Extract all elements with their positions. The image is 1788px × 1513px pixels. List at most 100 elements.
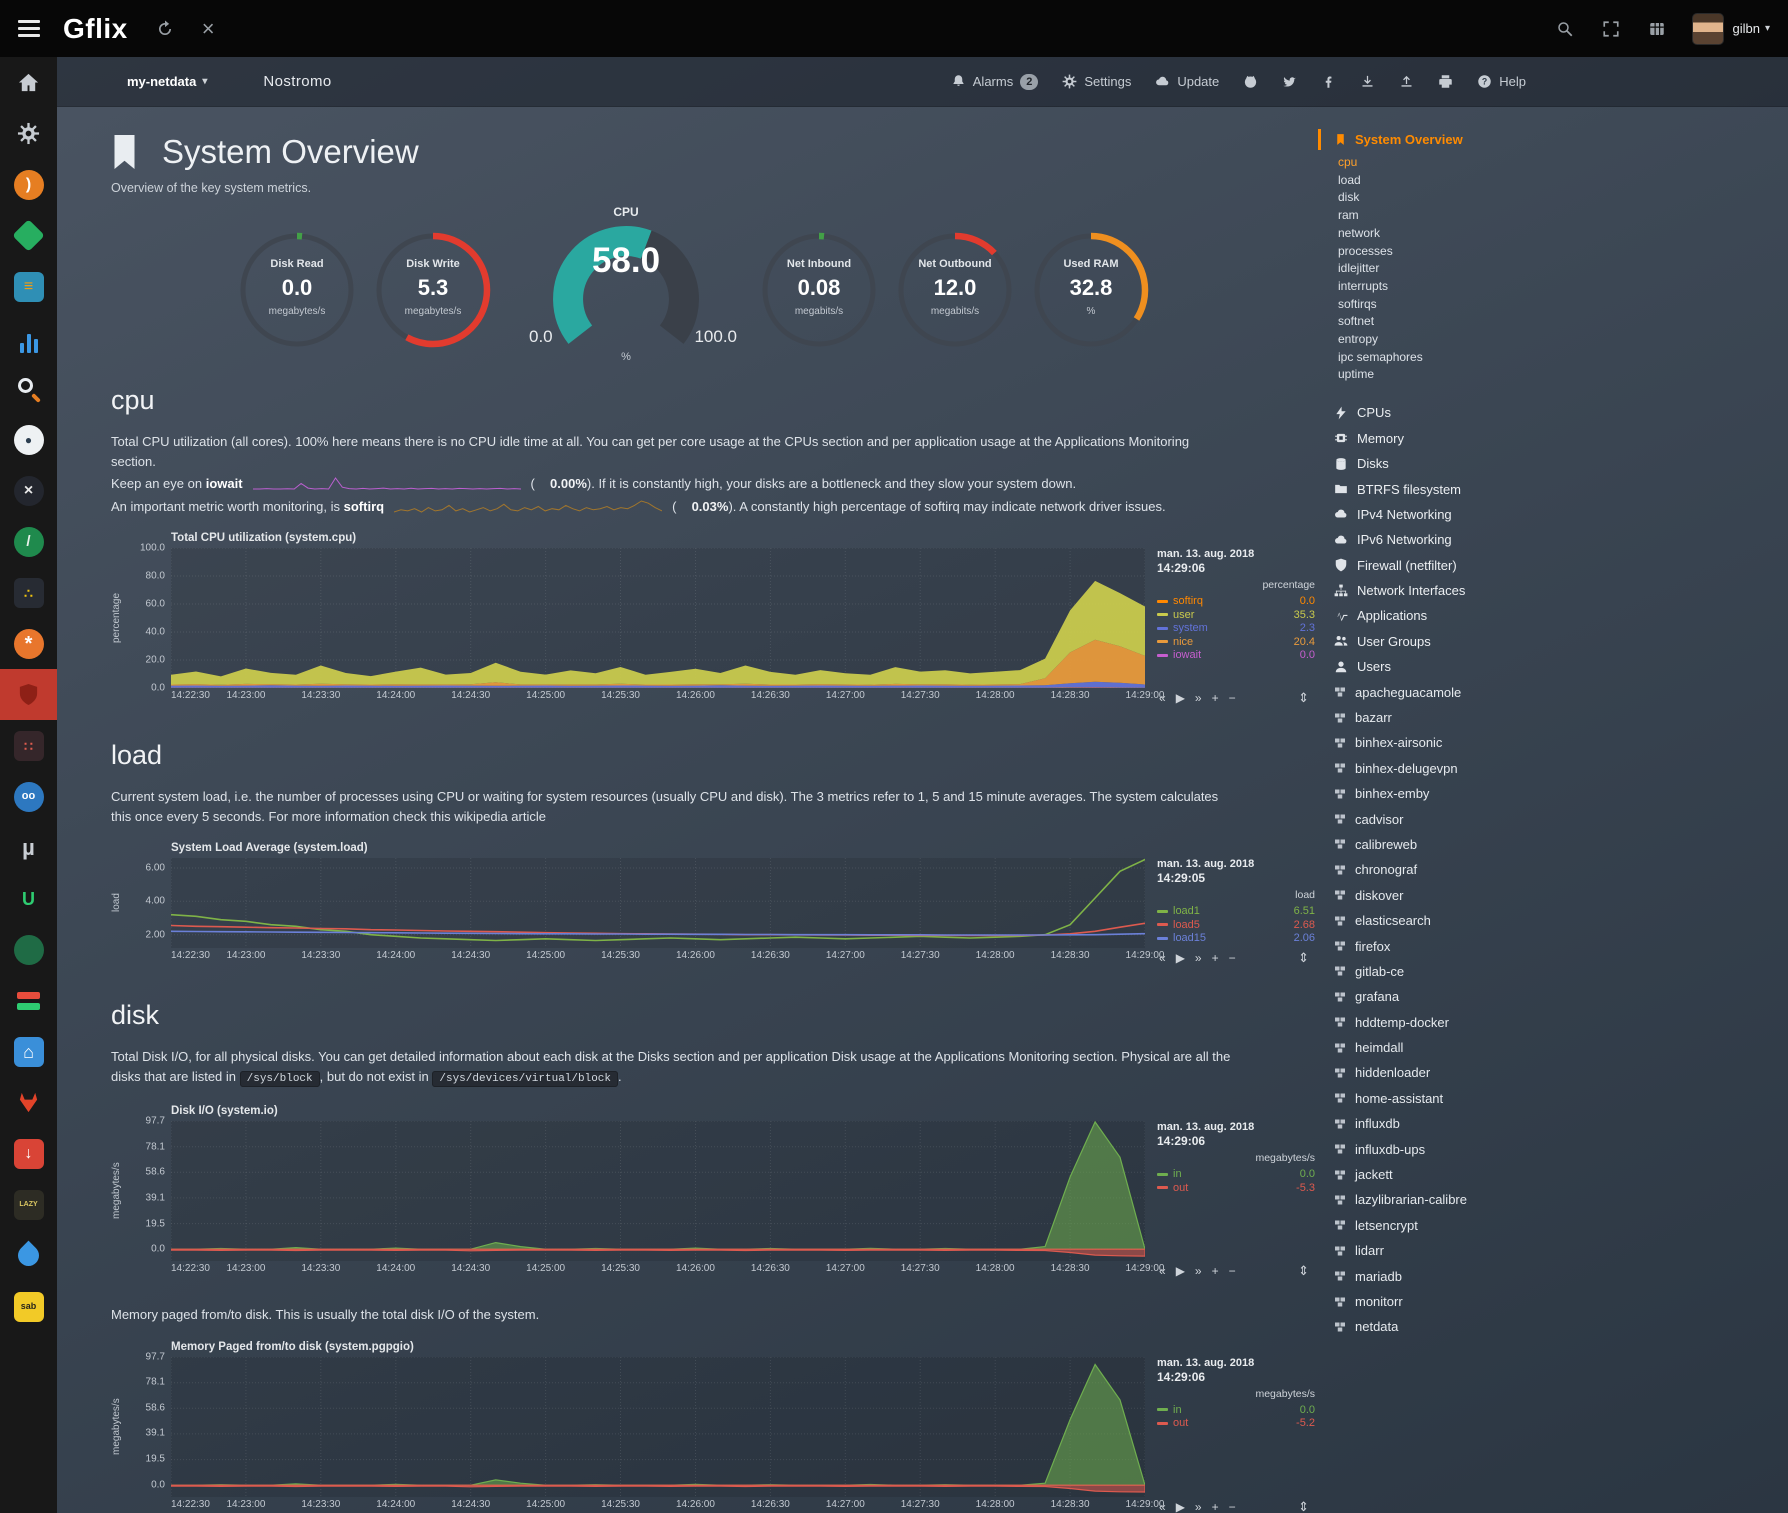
pan-right-button[interactable]: » <box>1195 1500 1202 1513</box>
legend-row-in[interactable]: in0.0 <box>1157 1168 1315 1182</box>
nav-item-applications[interactable]: Applications <box>1334 603 1788 628</box>
play-button[interactable]: ▶ <box>1176 1264 1185 1278</box>
nav-item-apacheguacamole[interactable]: apacheguacamole <box>1334 679 1788 704</box>
legend-row-system[interactable]: system2.3 <box>1157 622 1315 636</box>
net-inbound-gauge[interactable]: Net Inbound0.08megabits/s <box>751 219 887 349</box>
legend-row-nice[interactable]: nice20.4 <box>1157 636 1315 650</box>
import-snapshot-button[interactable] <box>1360 74 1375 89</box>
nav-item-memory[interactable]: Memory <box>1334 426 1788 451</box>
nextcloud-tab[interactable]: oo <box>0 771 57 822</box>
resize-handle[interactable]: ⇕ <box>1298 690 1309 706</box>
downloader-tab[interactable]: ↓ <box>0 1128 57 1179</box>
play-button[interactable]: ▶ <box>1176 1500 1185 1513</box>
nav-item-disks[interactable]: Disks <box>1334 451 1788 476</box>
legend-row-load15[interactable]: load152.06 <box>1157 932 1315 946</box>
zoom-in-button[interactable]: + <box>1212 951 1219 965</box>
nav-item-users[interactable]: Users <box>1334 654 1788 679</box>
nav-item-firewall-netfilter[interactable]: Firewall (netfilter) <box>1334 552 1788 577</box>
nav-item-bazarr[interactable]: bazarr <box>1334 705 1788 730</box>
cpu-gauge[interactable]: CPU58.00.0100.0% <box>501 205 751 351</box>
nav-item-influxdb-ups[interactable]: influxdb-ups <box>1334 1136 1788 1161</box>
nav-item-monitorr[interactable]: monitorr <box>1334 1289 1788 1314</box>
zoom-out-button[interactable]: − <box>1229 691 1236 705</box>
nav-item-cadvisor[interactable]: cadvisor <box>1334 806 1788 831</box>
nav-item-grafana[interactable]: grafana <box>1334 984 1788 1009</box>
ubooquity-tab[interactable]: U <box>0 873 57 924</box>
fullscreen-button[interactable] <box>1602 20 1620 38</box>
ombi-tab[interactable]: / <box>0 516 57 567</box>
server-dropdown[interactable]: my-netdata ▾ <box>127 74 207 89</box>
utorrent-tab[interactable]: µ <box>0 822 57 873</box>
nav-item-binhex-delugevpn[interactable]: binhex-delugevpn <box>1334 756 1788 781</box>
nav-item-elasticsearch[interactable]: elasticsearch <box>1334 908 1788 933</box>
nav-item-network-interfaces[interactable]: Network Interfaces <box>1334 578 1788 603</box>
pan-right-button[interactable]: » <box>1195 1264 1202 1278</box>
legend-row-out[interactable]: out-5.3 <box>1157 1182 1315 1196</box>
nav-item-interrupts[interactable]: interrupts <box>1338 278 1788 296</box>
resize-handle[interactable]: ⇕ <box>1298 1263 1309 1279</box>
legend-row-load1[interactable]: load16.51 <box>1157 905 1315 919</box>
twitter-button[interactable] <box>1282 74 1297 89</box>
zoom-out-button[interactable]: − <box>1229 951 1236 965</box>
pan-right-button[interactable]: » <box>1195 951 1202 965</box>
plex-tab[interactable] <box>0 210 57 261</box>
refresh-tab-button[interactable] <box>156 20 174 38</box>
grafana-tab[interactable]: * <box>0 618 57 669</box>
nav-item-heimdall[interactable]: heimdall <box>1334 1035 1788 1060</box>
pgpgio-chart-plot[interactable] <box>171 1357 1145 1497</box>
zoom-out-button[interactable]: − <box>1229 1264 1236 1278</box>
nav-item-lidarr[interactable]: lidarr <box>1334 1238 1788 1263</box>
export-snapshot-button[interactable] <box>1399 74 1414 89</box>
nav-item-cpus[interactable]: CPUs <box>1334 400 1788 425</box>
resize-handle[interactable]: ⇕ <box>1298 1499 1309 1513</box>
legend-row-softirq[interactable]: softirq0.0 <box>1157 595 1315 609</box>
disk-write-gauge[interactable]: Disk Write5.3megabytes/s <box>365 219 501 349</box>
hamburger-menu-button[interactable] <box>0 20 57 37</box>
zoom-out-button[interactable]: − <box>1229 1500 1236 1513</box>
gitlab-tab[interactable] <box>0 1077 57 1128</box>
nav-item-gitlab-ce[interactable]: gitlab-ce <box>1334 959 1788 984</box>
tautulli-tab[interactable]: ∴ <box>0 567 57 618</box>
disk-chart[interactable]: Disk I/O (system.io) megabytes/s 97.778.… <box>111 1105 1315 1279</box>
nav-item-disk[interactable]: disk <box>1338 189 1788 207</box>
nav-item-calibreweb[interactable]: calibreweb <box>1334 832 1788 857</box>
legend-row-out[interactable]: out-5.2 <box>1157 1417 1315 1431</box>
nav-item-mariadb[interactable]: mariadb <box>1334 1263 1788 1288</box>
disk-chart-plot[interactable] <box>171 1121 1145 1261</box>
github-button[interactable] <box>1243 74 1258 89</box>
settings-button[interactable]: Settings <box>1062 74 1131 89</box>
nav-item-ipc-semaphores[interactable]: ipc semaphores <box>1338 349 1788 367</box>
nav-item-ram[interactable]: ram <box>1338 207 1788 225</box>
kodi-tab[interactable]: × <box>0 465 57 516</box>
alarms-button[interactable]: Alarms 2 <box>951 74 1039 90</box>
nav-item-home-assistant[interactable]: home-assistant <box>1334 1086 1788 1111</box>
home-tab[interactable] <box>0 57 57 108</box>
play-button[interactable]: ▶ <box>1176 951 1185 965</box>
nav-item-load[interactable]: load <box>1338 172 1788 190</box>
sabnzbd-tab[interactable]: sab <box>0 1281 57 1332</box>
nav-item-softirqs[interactable]: softirqs <box>1338 296 1788 314</box>
pan-right-button[interactable]: » <box>1195 691 1202 705</box>
legend-row-load5[interactable]: load52.68 <box>1157 919 1315 933</box>
nav-item-binhex-airsonic[interactable]: binhex-airsonic <box>1334 730 1788 755</box>
nav-item-cpu[interactable]: cpu <box>1338 154 1788 172</box>
organizr-tab[interactable]: ) <box>0 159 57 210</box>
nav-item-lazylibrarian-calibre[interactable]: lazylibrarian-calibre <box>1334 1187 1788 1212</box>
resize-handle[interactable]: ⇕ <box>1298 950 1309 966</box>
nav-item-btrfs-filesystem[interactable]: BTRFS filesystem <box>1334 476 1788 501</box>
facebook-button[interactable] <box>1321 74 1336 89</box>
nav-item-diskover[interactable]: diskover <box>1334 883 1788 908</box>
emby-tab[interactable]: ≡ <box>0 261 57 312</box>
nav-item-influxdb[interactable]: influxdb <box>1334 1111 1788 1136</box>
legend-row-iowait[interactable]: iowait0.0 <box>1157 649 1315 663</box>
pgpgio-chart[interactable]: Memory Paged from/to disk (system.pgpgio… <box>111 1341 1315 1513</box>
nav-item-uptime[interactable]: uptime <box>1338 366 1788 384</box>
jackett-search-tab[interactable] <box>0 363 57 414</box>
zoom-in-button[interactable]: + <box>1212 1500 1219 1513</box>
nav-item-entropy[interactable]: entropy <box>1338 331 1788 349</box>
home-assistant-tab[interactable]: ⌂ <box>0 1026 57 1077</box>
cpu-chart-plot[interactable] <box>171 548 1145 688</box>
cpu-chart[interactable]: Total CPU utilization (system.cpu) perce… <box>111 532 1315 706</box>
play-button[interactable]: ▶ <box>1176 691 1185 705</box>
vpn-shield-tab[interactable] <box>0 669 57 720</box>
